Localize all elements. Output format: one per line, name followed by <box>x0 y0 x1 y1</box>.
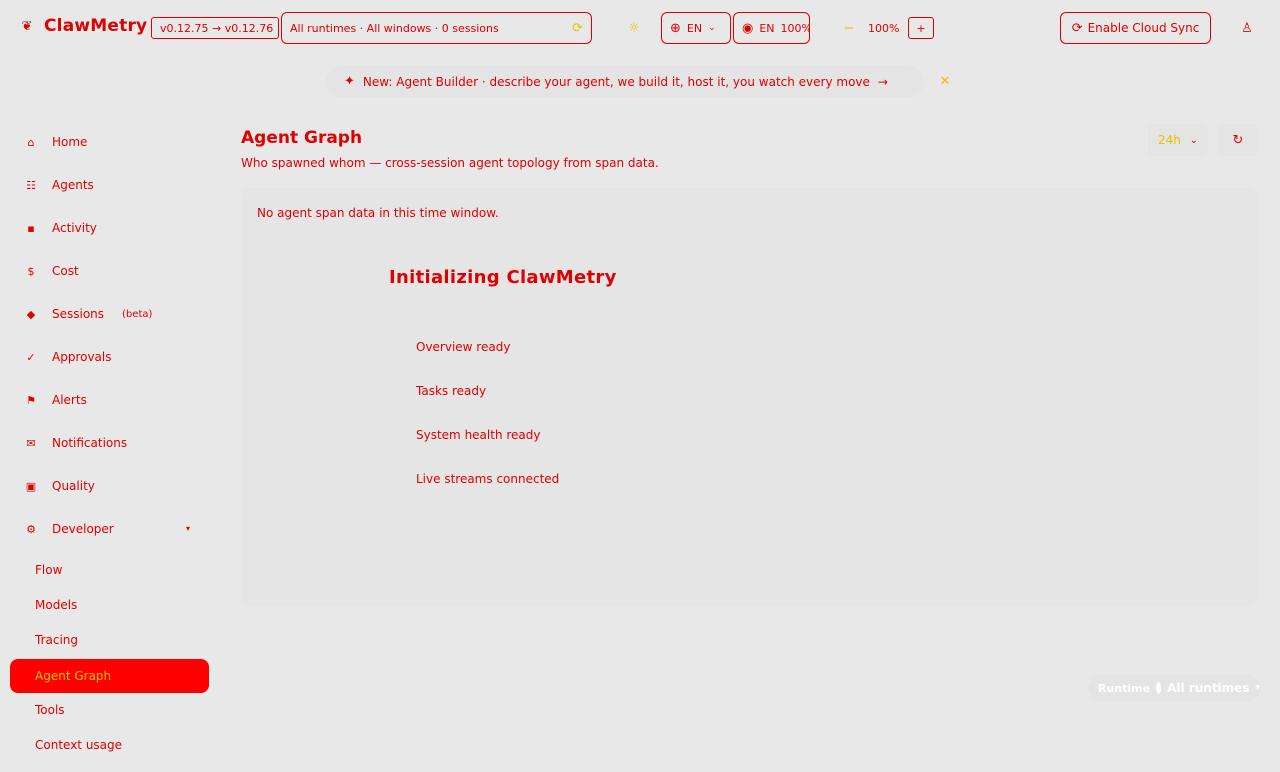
page-title: Agent Graph <box>241 128 363 148</box>
cloud-sync-label: Enable Cloud Sync <box>1087 21 1200 35</box>
activity-icon: ▪ <box>27 221 35 235</box>
gear-icon: ⚙ <box>26 522 36 536</box>
refresh-button[interactable]: ↻ <box>1218 124 1258 156</box>
user-avatar-icon[interactable]: ♙ <box>1236 17 1258 39</box>
locale-label: EN <box>759 21 775 35</box>
zoom-level: 100% <box>868 21 900 35</box>
globe-icon: ⊕ <box>670 20 681 36</box>
init-step-tasks: Tasks ready <box>416 384 487 398</box>
runtime-filter-pill[interactable]: Runtime All runtimes ▾ <box>1088 675 1260 701</box>
sidebar-subitem-agent-graph[interactable]: Agent Graph <box>10 659 209 693</box>
page-subtitle: Who spawned whom — cross-session agent t… <box>241 156 659 170</box>
runtime-value: All runtimes <box>1167 681 1250 695</box>
cloud-sync-icon: ⟳ <box>1071 20 1083 36</box>
activity-toggle[interactable]: ☼ <box>618 16 650 40</box>
enable-cloud-sync-button[interactable]: ⟳ Enable Cloud Sync <box>1060 12 1211 44</box>
init-title: Initializing ClawMetry <box>389 267 617 288</box>
sidebar-item-home[interactable]: ⌂ Home <box>24 131 88 153</box>
chevron-down-icon: ⌄ <box>1189 134 1198 146</box>
refresh-icon: ↻ <box>1232 132 1244 148</box>
sidebar-item-activity[interactable]: ▪ Activity <box>24 217 97 239</box>
chevron-down-icon: ⌄ <box>708 23 716 33</box>
sidebar-subitem-tools[interactable]: Tools <box>35 700 65 720</box>
sidebar-item-approvals[interactable]: ✓ Approvals <box>24 346 111 368</box>
runtime-window-selector[interactable]: All runtimes · All windows · 0 sessions … <box>281 12 592 44</box>
grid-icon: ☷ <box>26 178 36 192</box>
sidebar-item-agents[interactable]: ☷ Agents <box>24 174 94 196</box>
time-range-value: 24h <box>1158 133 1181 147</box>
banner-text: New: Agent Builder · describe your agent… <box>362 74 870 89</box>
home-icon: ⌂ <box>27 135 35 149</box>
runtime-window-label: All runtimes · All windows · 0 sessions <box>290 21 499 35</box>
zoom-in-button[interactable]: + <box>908 17 934 39</box>
sidebar-subitem-flow[interactable]: Flow <box>35 560 62 580</box>
sidebar-item-alerts[interactable]: ⚑ Alerts <box>24 389 87 411</box>
claw-logo-icon: ❦ <box>21 18 33 34</box>
clipboard-icon: ▣ <box>25 479 37 493</box>
empty-state-message: No agent span data in this time window. <box>257 206 499 220</box>
locale-selector[interactable]: ◉ EN 100% <box>733 12 810 44</box>
banner-close-icon[interactable]: ✕ <box>936 72 954 90</box>
sessions-icon: ◆ <box>26 307 36 321</box>
sidebar-subitem-tracing[interactable]: Tracing <box>35 630 78 650</box>
main-content: Agent Graph Who spawned whom — cross-ses… <box>222 108 1280 772</box>
init-step-system-health: System health ready <box>416 428 541 442</box>
chevron-down-icon: ▾ <box>1255 683 1260 693</box>
flag-icon: ◉ <box>742 20 754 36</box>
beta-badge: (beta) <box>122 308 153 320</box>
sidebar-item-developer[interactable]: ⚙ Developer <box>24 518 196 540</box>
check-icon: ✓ <box>26 350 36 364</box>
sun-icon: ☼ <box>628 20 640 36</box>
announcement-banner[interactable]: ✦ New: Agent Builder · describe your age… <box>326 66 924 97</box>
mail-icon: ✉ <box>26 436 36 450</box>
zoom-out-button[interactable]: − <box>838 12 860 44</box>
sparkle-icon: ✦ <box>344 74 355 89</box>
runtime-dot-icon <box>1156 682 1162 694</box>
sidebar-item-sessions[interactable]: ◆ Sessions (beta) <box>24 303 153 325</box>
sidebar-subitem-models[interactable]: Models <box>35 595 77 615</box>
sidebar-item-quality[interactable]: ▣ Quality <box>24 475 95 497</box>
sidebar-item-notifications[interactable]: ✉ Notifications <box>24 432 127 454</box>
plus-icon: + <box>916 21 926 35</box>
version-badge[interactable]: v0.12.75 → v0.12.76 <box>151 17 279 39</box>
brand[interactable]: ❦ ClawMetry <box>18 16 148 36</box>
flag-icon: ⚑ <box>26 393 36 407</box>
language-code: EN <box>686 21 703 35</box>
agent-graph-panel: No agent span data in this time window. … <box>241 188 1258 606</box>
chevron-down-icon[interactable]: ▾ <box>186 524 190 533</box>
time-range-select[interactable]: 24h ⌄ <box>1148 124 1208 156</box>
sidebar-item-cost[interactable]: $ Cost <box>24 260 79 282</box>
runtime-label: Runtime <box>1098 681 1151 695</box>
zoom-out-label: 100% <box>780 21 810 35</box>
dollar-icon: $ <box>27 264 35 278</box>
top-bar: ❦ ClawMetry v0.12.75 → v0.12.76 All runt… <box>0 0 1280 56</box>
arrow-right-icon: → <box>877 74 888 89</box>
brand-name: ClawMetry <box>44 16 148 36</box>
minus-icon: − <box>843 20 855 36</box>
init-step-overview: Overview ready <box>416 340 511 354</box>
init-step-live-streams: Live streams connected <box>416 472 560 486</box>
language-selector[interactable]: ⊕ EN ⌄ <box>661 12 731 44</box>
sidebar-subitem-context-usage[interactable]: Context usage <box>35 735 122 755</box>
refresh-sync-icon[interactable]: ⟳ <box>572 21 583 36</box>
